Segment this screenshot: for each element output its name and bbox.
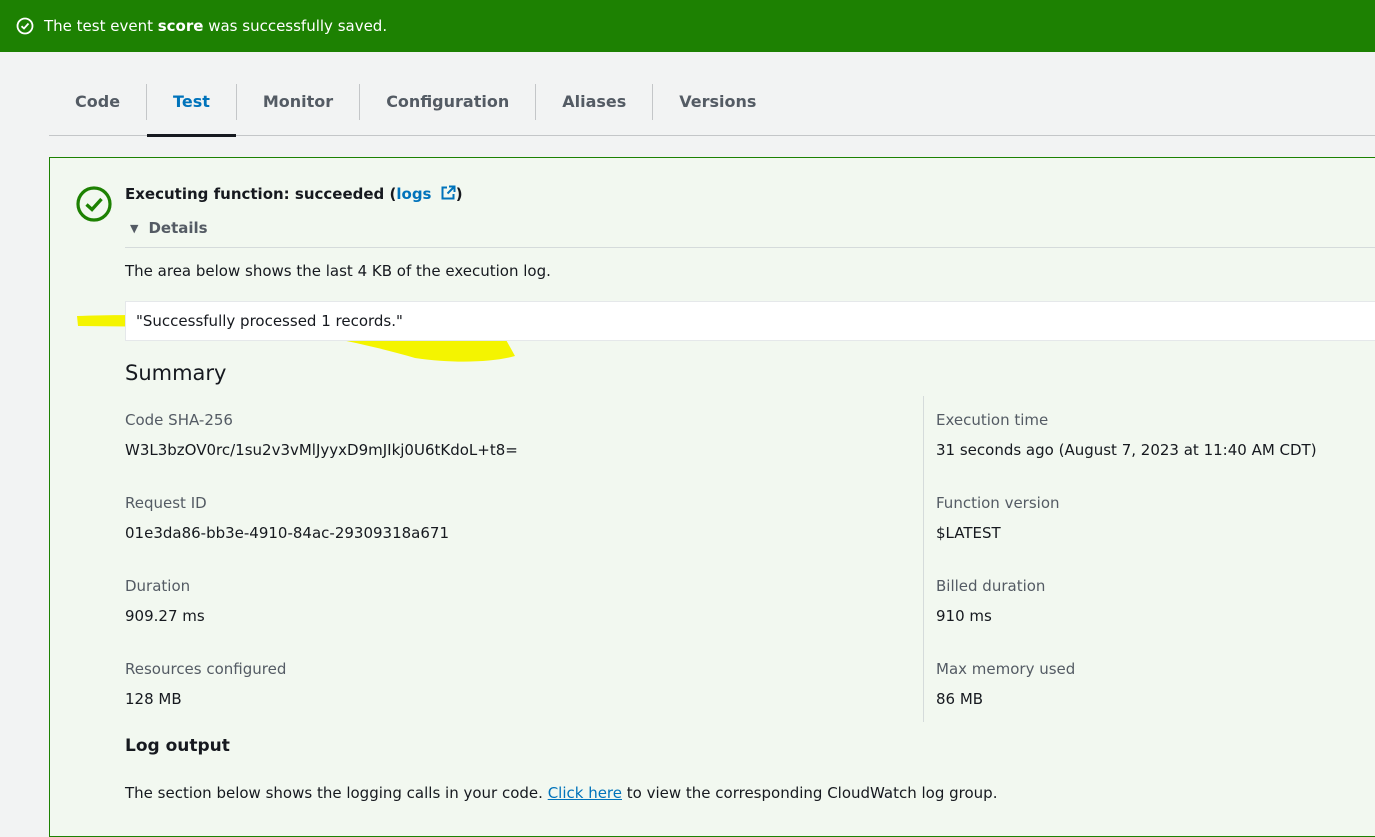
- field-value: $LATEST: [936, 524, 1001, 542]
- log-output-text-after: to view the corresponding CloudWatch log…: [622, 784, 998, 802]
- field-value: W3L3bzOV0rc/1su2v3vMlJyyxD9mJIkj0U6tKdoL…: [125, 441, 518, 459]
- status-suffix: ): [455, 185, 463, 203]
- field-value: 86 MB: [936, 690, 984, 708]
- tab-configuration[interactable]: Configuration: [360, 68, 535, 136]
- log-output-heading: Log output: [125, 736, 230, 756]
- check-circle-icon: [16, 17, 34, 35]
- caret-down-icon: ▼: [130, 221, 139, 235]
- summary-left-column: Code SHA-256 W3L3bzOV0rc/1su2v3vMlJyyxD9…: [125, 410, 518, 742]
- tab-test[interactable]: Test: [147, 68, 236, 137]
- success-flashbar: The test event score was successfully sa…: [0, 0, 1375, 52]
- function-version-field: Function version $LATEST: [936, 493, 1317, 576]
- duration-field: Duration 909.27 ms: [125, 576, 518, 659]
- field-label: Duration: [125, 577, 191, 595]
- field-label: Resources configured: [125, 660, 287, 678]
- summary-heading: Summary: [125, 361, 227, 385]
- tab-aliases[interactable]: Aliases: [536, 68, 652, 136]
- field-value: 909.27 ms: [125, 607, 205, 625]
- tab-monitor[interactable]: Monitor: [237, 68, 359, 136]
- flash-event-name: score: [157, 17, 204, 35]
- success-check-icon: [76, 186, 112, 222]
- tab-bar: Code Test Monitor Configuration Aliases …: [49, 68, 1375, 137]
- execution-log-box: "Successfully processed 1 records.": [125, 301, 1375, 341]
- details-divider: [125, 247, 1375, 248]
- log-output-text-before: The section below shows the logging call…: [125, 784, 548, 802]
- external-link-icon: [441, 185, 456, 200]
- status-prefix: Executing function: succeeded (: [125, 185, 397, 203]
- details-label: Details: [148, 219, 208, 237]
- log-line: "Successfully processed 1 records.": [136, 312, 403, 330]
- resources-configured-field: Resources configured 128 MB: [125, 659, 518, 742]
- execution-status: Executing function: succeeded (logs ): [125, 185, 463, 203]
- field-label: Request ID: [125, 494, 207, 512]
- flash-prefix: The test event: [44, 17, 158, 35]
- billed-duration-field: Billed duration 910 ms: [936, 576, 1317, 659]
- cloudwatch-log-group-link[interactable]: Click here: [548, 784, 622, 802]
- field-label: Max memory used: [936, 660, 1076, 678]
- field-label: Function version: [936, 494, 1060, 512]
- field-label: Execution time: [936, 411, 1049, 429]
- flash-suffix: was successfully saved.: [203, 17, 388, 35]
- log-area-description: The area below shows the last 4 KB of th…: [125, 262, 551, 280]
- logs-link[interactable]: logs: [396, 185, 456, 203]
- execution-result-panel: Executing function: succeeded (logs ) ▼ …: [49, 157, 1375, 837]
- tab-versions[interactable]: Versions: [653, 68, 782, 136]
- summary-column-divider: [923, 396, 924, 722]
- request-id-field: Request ID 01e3da86-bb3e-4910-84ac-29309…: [125, 493, 518, 576]
- details-toggle[interactable]: ▼ Details: [130, 219, 208, 237]
- field-value: 128 MB: [125, 690, 182, 708]
- field-value: 01e3da86-bb3e-4910-84ac-29309318a671: [125, 524, 449, 542]
- flash-message: The test event score was successfully sa…: [44, 17, 387, 35]
- field-label: Billed duration: [936, 577, 1046, 595]
- tab-code[interactable]: Code: [49, 68, 146, 136]
- log-output-description: The section below shows the logging call…: [125, 784, 997, 802]
- field-label: Code SHA-256: [125, 411, 233, 429]
- logs-link-label: logs: [396, 185, 432, 203]
- max-memory-field: Max memory used 86 MB: [936, 659, 1317, 742]
- field-value: 31 seconds ago (August 7, 2023 at 11:40 …: [936, 441, 1317, 459]
- execution-time-field: Execution time 31 seconds ago (August 7,…: [936, 410, 1317, 493]
- code-sha-field: Code SHA-256 W3L3bzOV0rc/1su2v3vMlJyyxD9…: [125, 410, 518, 493]
- field-value: 910 ms: [936, 607, 992, 625]
- summary-right-column: Execution time 31 seconds ago (August 7,…: [936, 410, 1317, 742]
